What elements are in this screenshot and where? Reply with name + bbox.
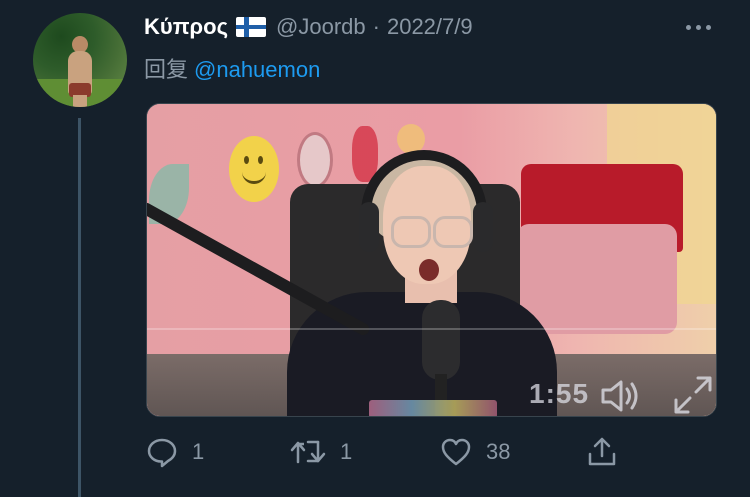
tweet-actions: 1 1 38	[146, 432, 626, 472]
tweet-header: Κύπρος @Joordb · 2022/7/9	[144, 12, 473, 42]
share-button[interactable]	[586, 432, 618, 472]
heart-icon	[441, 438, 471, 466]
reply-context: 回复 @nahuemon	[144, 52, 320, 84]
avatar[interactable]	[33, 13, 127, 107]
header-separator: ·	[372, 14, 380, 39]
like-button[interactable]: 38	[440, 432, 510, 472]
reply-prefix: 回复	[144, 57, 189, 82]
thread-line	[78, 118, 81, 497]
wall-smiley-sticker	[229, 136, 279, 202]
reply-count: 1	[192, 439, 205, 464]
expand-icon[interactable]	[672, 374, 714, 416]
reply-icon	[147, 438, 177, 468]
retweet-button[interactable]: 1	[290, 432, 352, 472]
avatar-figure-legs	[73, 95, 87, 107]
volume-icon[interactable]	[599, 378, 641, 414]
user-handle[interactable]: @Joordb	[276, 14, 366, 40]
like-count: 38	[486, 439, 511, 464]
display-name[interactable]: Κύπρος	[144, 14, 228, 40]
reply-button[interactable]: 1	[146, 432, 204, 472]
share-icon	[588, 437, 616, 466]
more-horizontal-icon[interactable]	[686, 20, 716, 34]
tweet-date[interactable]: 2022/7/9	[387, 14, 473, 40]
video-player[interactable]: 1:55	[146, 103, 717, 417]
retweet-count: 1	[340, 439, 353, 464]
finland-flag-icon	[236, 17, 267, 37]
retweet-icon	[290, 440, 326, 464]
microphone	[422, 300, 460, 380]
video-timecode: 1:55	[529, 378, 590, 409]
reply-mention-link[interactable]: @nahuemon	[194, 57, 320, 82]
